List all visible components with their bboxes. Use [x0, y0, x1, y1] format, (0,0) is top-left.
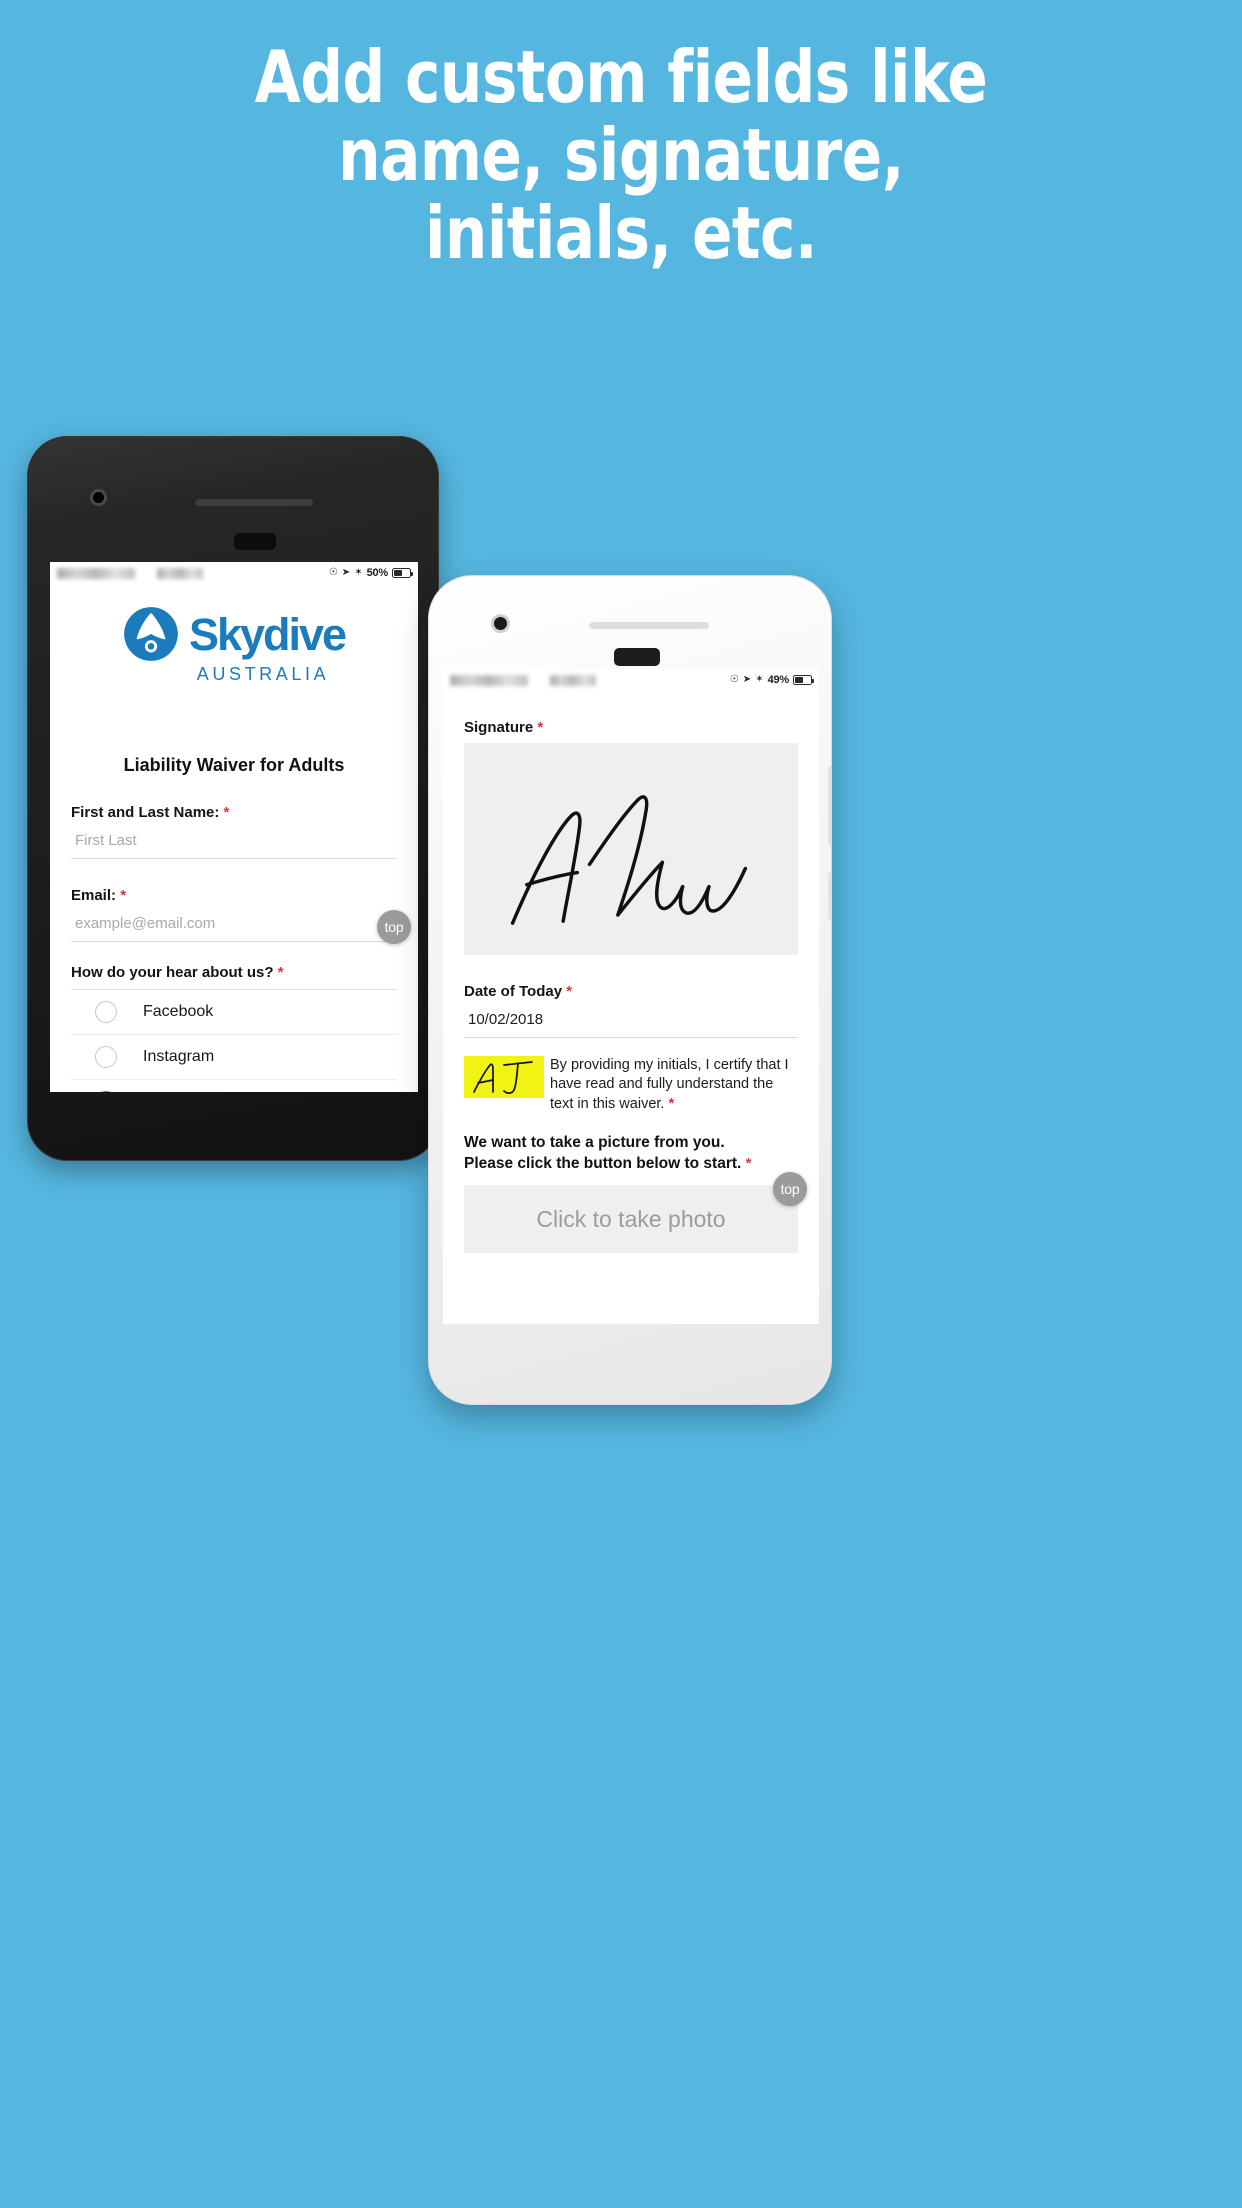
- radio-circle-icon[interactable]: [95, 1046, 117, 1068]
- signature-field-label: Signature *: [464, 719, 798, 736]
- battery-percent-label: 49%: [767, 674, 790, 686]
- radio-circle-icon[interactable]: [95, 1001, 117, 1023]
- status-bar-left: ☉ ➤ ✶ 50%: [50, 562, 418, 584]
- email-label-text: Email:: [71, 887, 117, 904]
- clock-blurred: [550, 674, 596, 686]
- radio-option-instagram[interactable]: Instagram: [71, 1035, 397, 1080]
- radio-option-google[interactable]: Google: [71, 1080, 397, 1092]
- battery-icon: [392, 568, 414, 578]
- phone-right-screen: ☉ ➤ ✶ 49% Signature * Date of Today * 10…: [443, 669, 819, 1324]
- front-camera-icon: [90, 489, 107, 506]
- required-asterisk: *: [537, 719, 544, 736]
- radio-option-facebook[interactable]: Facebook: [71, 990, 397, 1035]
- phone-left-screen: ☉ ➤ ✶ 50% Skydive AUSTRALIA Liability Wa…: [50, 562, 418, 1092]
- location-icon: ☉: [328, 567, 338, 578]
- required-asterisk: *: [277, 964, 284, 981]
- brand-name: Skydive: [188, 608, 347, 660]
- radio-checked-icon[interactable]: [95, 1091, 117, 1092]
- skydive-parachute-icon: [123, 606, 179, 662]
- headline-line-3: initials, etc.: [424, 191, 818, 275]
- phone-mockup-right: ☉ ➤ ✶ 49% Signature * Date of Today * 10…: [428, 575, 832, 1405]
- name-label-text: First and Last Name:: [71, 804, 220, 821]
- speaker-slot: [614, 648, 660, 666]
- front-camera-icon: [491, 614, 510, 633]
- power-button[interactable]: [828, 766, 831, 846]
- signature-icon: [510, 795, 748, 925]
- brand-subtitle: AUSTRALIA: [196, 664, 330, 684]
- required-asterisk: *: [745, 1155, 752, 1172]
- photo-prompt-line-2: Please click the button below to start.: [464, 1155, 742, 1172]
- take-photo-button[interactable]: Click to take photo: [464, 1185, 798, 1253]
- bluetooth-icon: ✶: [755, 674, 764, 685]
- referral-question-label: How do your hear about us? *: [71, 964, 397, 990]
- initials-consent-block: By providing my initials, I certify that…: [464, 1056, 798, 1114]
- referral-question-text: How do your hear about us?: [71, 964, 274, 981]
- scroll-to-top-button-left[interactable]: top: [377, 910, 411, 944]
- brand-logo: Skydive: [71, 606, 397, 662]
- required-asterisk: *: [668, 1095, 675, 1112]
- location-icon: ☉: [729, 674, 739, 685]
- date-field-label: Date of Today *: [464, 983, 798, 1000]
- carrier-blurred: [57, 567, 135, 579]
- battery-icon: [793, 675, 815, 685]
- date-input[interactable]: 10/02/2018: [464, 1004, 798, 1038]
- radio-label: Facebook: [143, 1003, 214, 1020]
- initials-handwriting-icon: [473, 1061, 533, 1094]
- waiver-title: Liability Waiver for Adults: [123, 755, 345, 775]
- carrier-blurred: [450, 674, 528, 686]
- earpiece-grille: [589, 622, 709, 629]
- required-asterisk: *: [120, 887, 127, 904]
- phone-mockup-left: ☉ ➤ ✶ 50% Skydive AUSTRALIA Liability Wa…: [27, 436, 439, 1161]
- photo-prompt: We want to take a picture from you. Plea…: [464, 1132, 798, 1174]
- required-asterisk: *: [223, 804, 230, 821]
- speaker-slot: [234, 533, 276, 550]
- bluetooth-icon: ✶: [354, 567, 363, 578]
- headline-line-1: Add custom fields like: [254, 35, 988, 119]
- radio-label: Instagram: [143, 1048, 215, 1065]
- navigation-icon: ➤: [341, 567, 351, 578]
- status-bar-right: ☉ ➤ ✶ 49%: [443, 669, 819, 691]
- headline-line-2: name, signature,: [338, 113, 904, 197]
- status-icons: ☉ ➤ ✶ 50%: [328, 567, 414, 579]
- scroll-to-top-button-right[interactable]: top: [773, 1172, 807, 1206]
- date-label-text: Date of Today: [464, 983, 563, 1000]
- navigation-icon: ➤: [742, 674, 752, 685]
- volume-button[interactable]: [828, 872, 831, 920]
- battery-percent-label: 50%: [366, 567, 389, 579]
- initials-input[interactable]: [464, 1056, 544, 1098]
- email-input[interactable]: example@email.com: [71, 908, 397, 942]
- status-icons: ☉ ➤ ✶ 49%: [729, 674, 815, 686]
- photo-prompt-line-1: We want to take a picture from you.: [464, 1134, 725, 1151]
- signature-pad[interactable]: [464, 743, 798, 955]
- required-asterisk: *: [566, 983, 573, 1000]
- name-field-label: First and Last Name: *: [71, 804, 397, 821]
- signature-label-text: Signature: [464, 719, 534, 736]
- promo-headline: Add custom fields like name, signature, …: [50, 38, 1193, 272]
- email-field-label: Email: *: [71, 887, 397, 904]
- earpiece-grille: [195, 499, 313, 506]
- clock-blurred: [157, 567, 203, 579]
- name-input[interactable]: First Last: [71, 825, 397, 859]
